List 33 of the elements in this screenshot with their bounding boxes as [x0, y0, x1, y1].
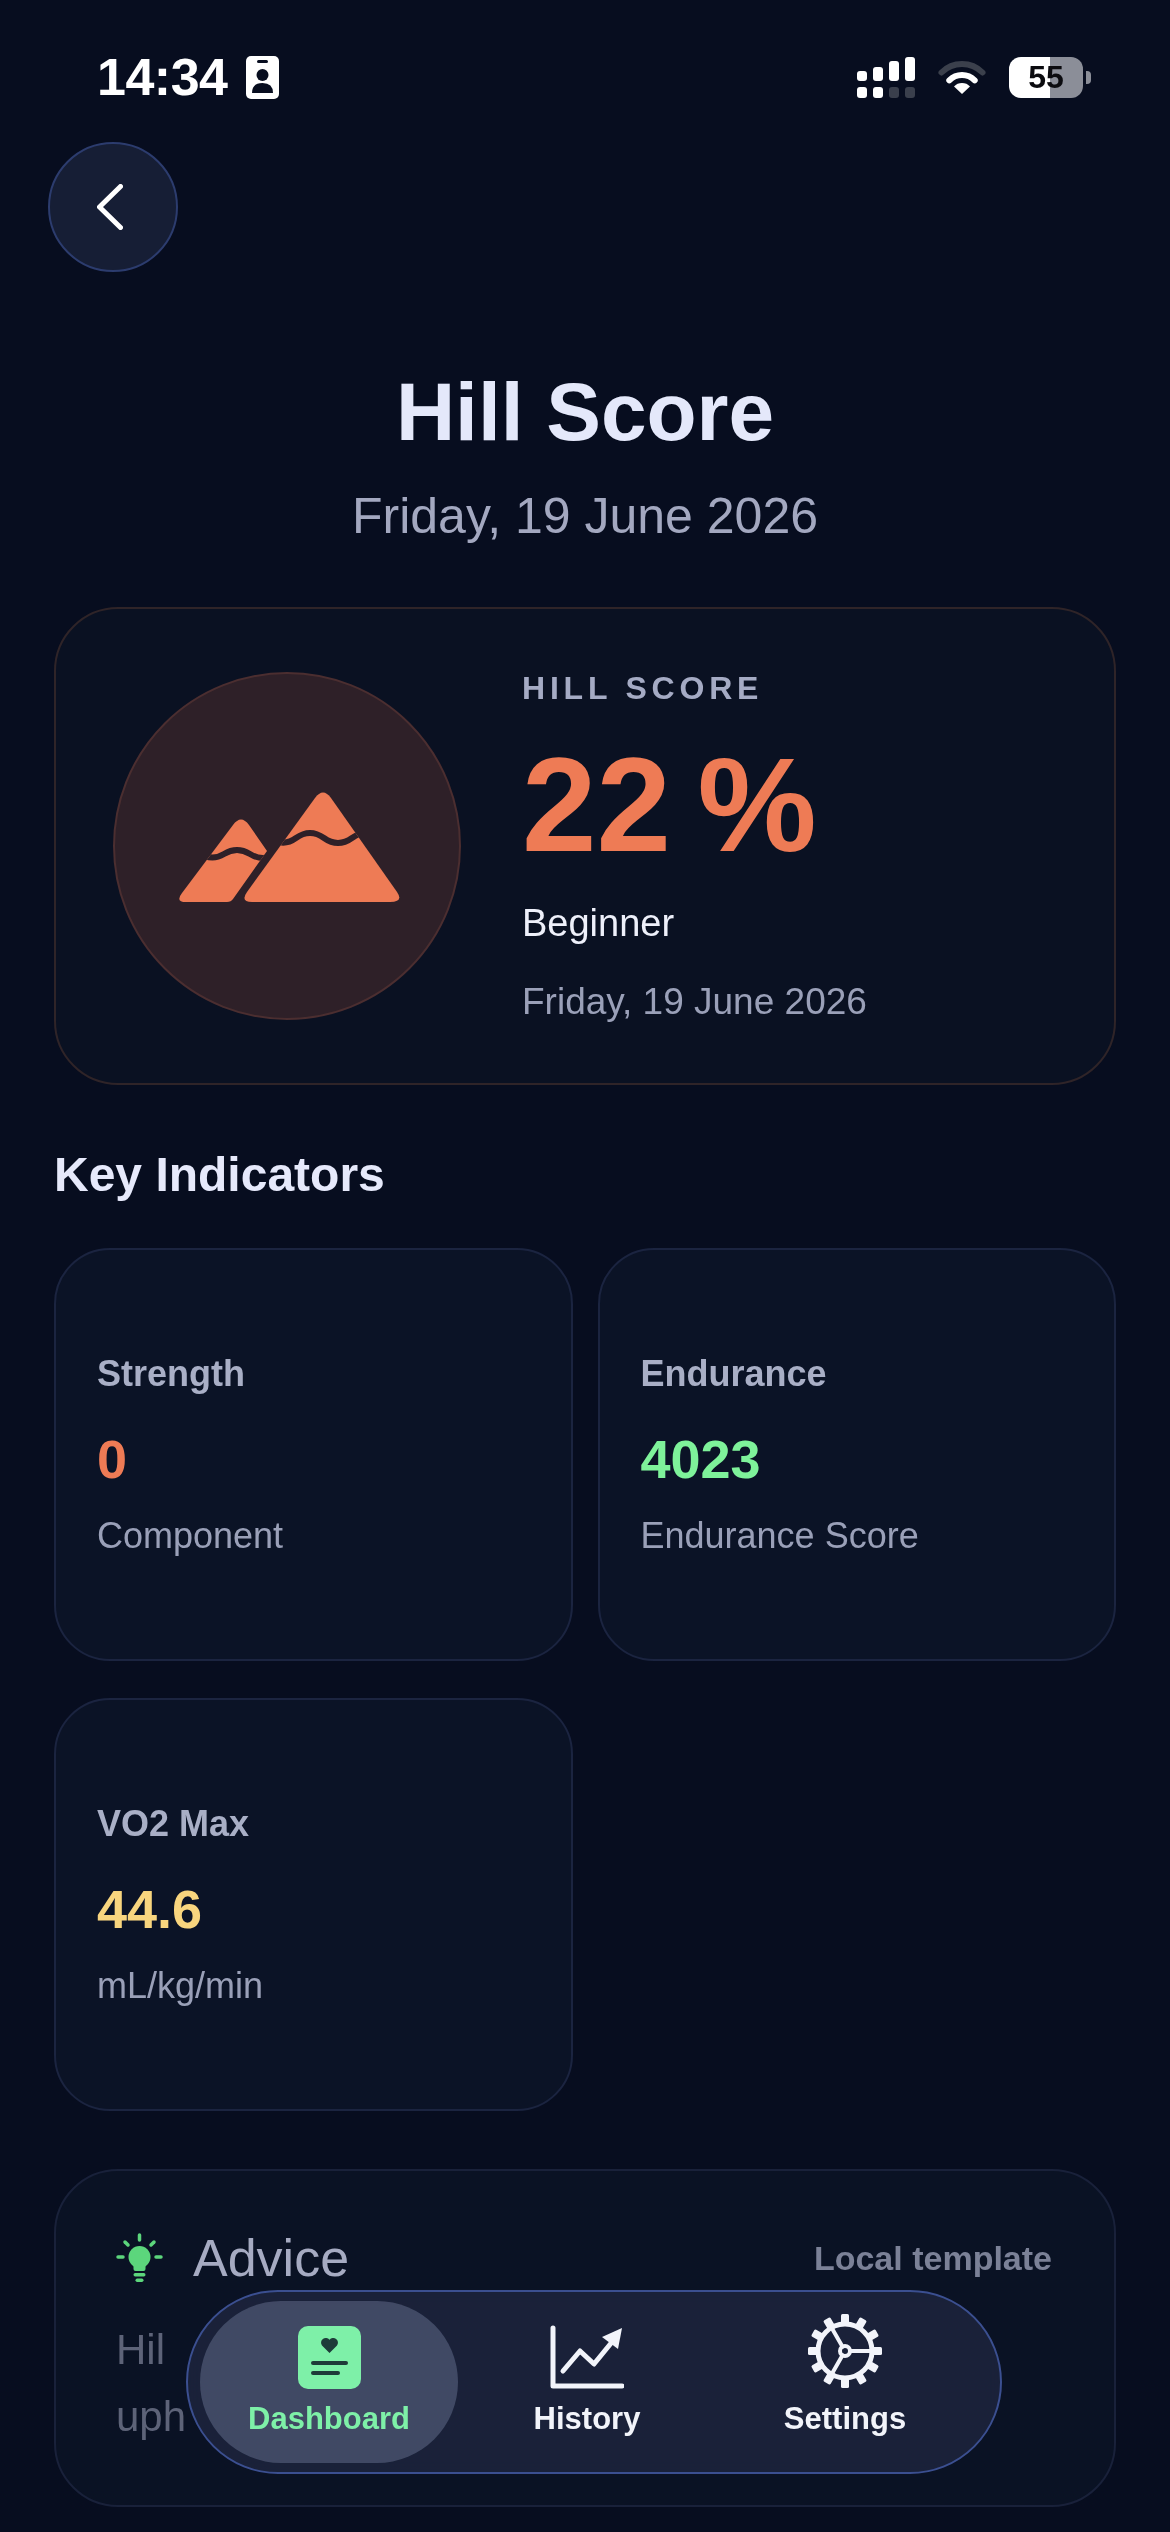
- indicator-caption: Endurance Score: [640, 1513, 919, 1558]
- tab-item[interactable]: History: [458, 2301, 716, 2463]
- score-value: 22 %: [522, 737, 817, 872]
- settings-icon: [807, 2313, 883, 2389]
- indicator-title: Strength: [97, 1351, 245, 1396]
- signal-icon: [855, 56, 915, 98]
- indicator-caption: Component: [97, 1513, 284, 1558]
- line-chart-icon: [550, 2325, 624, 2389]
- indicator-caption: mL/kg/min: [97, 1963, 264, 2008]
- advice-text: uph: [116, 2393, 187, 2440]
- lightbulb-icon: [116, 2232, 163, 2284]
- indicator-title: VO2 Max: [97, 1801, 250, 1846]
- indicator-value: 0: [97, 1427, 128, 1490]
- indicator-title: Endurance: [640, 1351, 827, 1396]
- wifi-icon: [936, 59, 988, 95]
- page-date: Friday, 19 June 2026: [350, 487, 819, 546]
- indicator-value: 44.6: [97, 1877, 203, 1940]
- battery-indicator: 55: [1009, 56, 1091, 98]
- score-rank: Beginner: [522, 900, 675, 946]
- clock-time: 14:34: [97, 47, 228, 107]
- tab-item[interactable]: Settings: [716, 2301, 974, 2463]
- chevron-left-icon: [97, 184, 123, 230]
- page-title: Hill Score: [394, 365, 776, 459]
- advice-source: Local template: [813, 2241, 1052, 2275]
- section-title: Key Indicators: [54, 1147, 386, 1203]
- indicator-value: 4023: [640, 1427, 761, 1490]
- advice-title: Advice: [193, 2232, 350, 2284]
- heart-card-icon: [297, 2326, 361, 2389]
- advice-text: Hil: [116, 2326, 165, 2373]
- score-date: Friday, 19 June 2026: [522, 979, 867, 1024]
- id-badge-icon: [245, 55, 279, 99]
- score-label: HILL SCORE: [522, 668, 764, 707]
- tab-item[interactable]: Dashboard: [200, 2301, 458, 2463]
